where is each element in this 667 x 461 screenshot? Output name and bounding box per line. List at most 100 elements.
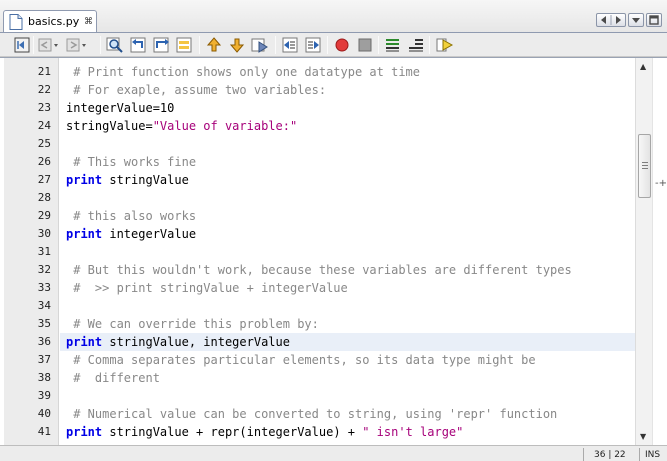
code-line[interactable]: # >> print stringValue + integerValue — [60, 279, 635, 297]
code-comment: # This works fine — [66, 155, 197, 169]
code-text: integerValue — [102, 227, 197, 241]
vertical-scrollbar[interactable]: ▲ ▼ — [635, 58, 652, 445]
line-number: 40 — [37, 407, 51, 420]
line-number: 22 — [37, 83, 51, 96]
code-line[interactable] — [60, 243, 635, 261]
start-macro-icon[interactable] — [333, 36, 351, 54]
code-text: integerValue=10 — [66, 101, 175, 115]
code-line[interactable]: # For exaple, assume two variables: — [60, 81, 635, 99]
code-text: stringValue — [102, 173, 189, 187]
line-number: 32 — [37, 263, 51, 276]
code-comment: # We can override this problem by: — [66, 317, 319, 331]
code-keyword: print — [66, 227, 103, 241]
code-line[interactable] — [60, 135, 635, 153]
code-line[interactable]: # this also works — [60, 207, 635, 225]
code-line[interactable]: stringValue="Value of variable:" — [60, 117, 635, 135]
code-line[interactable]: print integerValue — [60, 225, 635, 243]
line-number: 26 — [37, 155, 51, 168]
line-number: 39 — [37, 389, 51, 402]
back-history-icon[interactable] — [13, 36, 31, 54]
toggle-bookmark-icon[interactable] — [251, 36, 269, 54]
line-number: 36 — [37, 335, 51, 348]
code-comment: # For exaple, assume two variables: — [66, 83, 327, 97]
code-line[interactable]: print stringValue + repr(integerValue) +… — [60, 423, 635, 441]
line-number: 21 — [37, 65, 51, 78]
status-bar: 36 | 22 INS — [0, 445, 667, 461]
scroll-down-arrow-icon[interactable]: ▼ — [640, 432, 646, 441]
file-tab-basics-py[interactable]: basics.py ⌘ — [3, 10, 97, 33]
code-text: stringValue, integerValue — [102, 335, 290, 349]
line-number: 38 — [37, 371, 51, 384]
code-line[interactable] — [60, 189, 635, 207]
tab-filename: basics.py — [28, 15, 80, 28]
code-line[interactable]: # We can override this problem by: — [60, 315, 635, 333]
code-line[interactable] — [60, 387, 635, 405]
comment-icon[interactable] — [384, 36, 402, 54]
tab-list-dropdown-button[interactable] — [628, 13, 644, 27]
caret-position: 36 | 22 — [594, 450, 626, 460]
run-icon[interactable] — [436, 36, 454, 54]
code-line[interactable]: # Comma separates particular elements, s… — [60, 351, 635, 369]
line-number: 30 — [37, 227, 51, 240]
code-comment: # Comma separates particular elements, s… — [66, 353, 536, 367]
code-editor[interactable]: # Print function shows only one datatype… — [60, 58, 635, 445]
maximize-window-button[interactable] — [646, 13, 662, 27]
find-previous-icon[interactable] — [130, 36, 148, 54]
nav-back-icon[interactable] — [37, 36, 58, 54]
code-comment: # different — [66, 371, 160, 385]
line-number: 25 — [37, 137, 51, 150]
code-comment: # But this wouldn't work, because these … — [66, 263, 572, 277]
line-number: 35 — [37, 317, 51, 330]
line-number: 24 — [37, 119, 51, 132]
line-number: 29 — [37, 209, 51, 222]
scroll-thumb[interactable] — [638, 134, 651, 198]
code-line[interactable]: integerValue=10 — [60, 99, 635, 117]
close-tab-icon[interactable]: ⌘ — [84, 17, 93, 27]
editor-tab-strip: basics.py ⌘ — [0, 0, 667, 33]
uncomment-icon[interactable] — [407, 36, 425, 54]
code-line[interactable]: # This works fine — [60, 153, 635, 171]
nav-forward-icon[interactable] — [65, 36, 86, 54]
error-stripe: -+ — [652, 58, 667, 445]
code-comment: # Numerical value can be converted to st… — [66, 407, 558, 421]
caret-position-marker-icon[interactable]: -+ — [655, 179, 667, 189]
code-comment: # Print function shows only one datatype… — [66, 65, 421, 79]
code-comment: # this also works — [66, 209, 197, 223]
insert-mode: INS — [645, 450, 661, 460]
line-number: 41 — [37, 425, 51, 438]
previous-bookmark-icon[interactable] — [205, 36, 223, 54]
code-line[interactable] — [60, 297, 635, 315]
scroll-up-arrow-icon[interactable]: ▲ — [640, 62, 646, 71]
code-line[interactable]: # Numerical value can be converted to st… — [60, 405, 635, 423]
code-line[interactable]: # But this wouldn't work, because these … — [60, 261, 635, 279]
code-keyword: print — [66, 425, 103, 439]
code-comment: # >> print stringValue + integerValue — [66, 281, 348, 295]
code-keyword: print — [66, 335, 103, 349]
line-number: 23 — [37, 101, 51, 114]
stop-macro-icon[interactable] — [356, 36, 374, 54]
line-number-gutter[interactable]: 21 22 23 24 25 26 27 28 29 30 31 32 33 34 35 36 37 38 39 40… — [4, 58, 59, 445]
line-number: 34 — [37, 299, 51, 312]
code-text: stringValue + repr(integerValue) + — [102, 425, 363, 439]
code-string: " isn't large" — [362, 425, 464, 439]
line-number: 37 — [37, 353, 51, 366]
code-line[interactable]: print stringValue — [60, 171, 635, 189]
line-number: 33 — [37, 281, 51, 294]
toggle-highlight-icon[interactable] — [176, 36, 194, 54]
code-keyword: print — [66, 173, 103, 187]
tab-scroll-buttons — [596, 13, 626, 27]
code-string: "Value of variable:" — [152, 119, 298, 133]
shift-left-icon[interactable] — [281, 36, 299, 54]
python-file-icon — [9, 14, 23, 30]
find-next-icon[interactable] — [153, 36, 171, 54]
next-bookmark-icon[interactable] — [228, 36, 246, 54]
code-line[interactable]: print stringValue, integerValue — [60, 333, 635, 351]
code-line[interactable]: # different — [60, 369, 635, 387]
shift-right-icon[interactable] — [304, 36, 322, 54]
editor-toolbar — [0, 33, 667, 57]
code-line[interactable]: # Print function shows only one datatype… — [60, 63, 635, 81]
line-number: 31 — [37, 245, 51, 258]
line-number: 28 — [37, 191, 51, 204]
code-text: stringValue= — [66, 119, 153, 133]
find-icon[interactable] — [106, 36, 124, 54]
